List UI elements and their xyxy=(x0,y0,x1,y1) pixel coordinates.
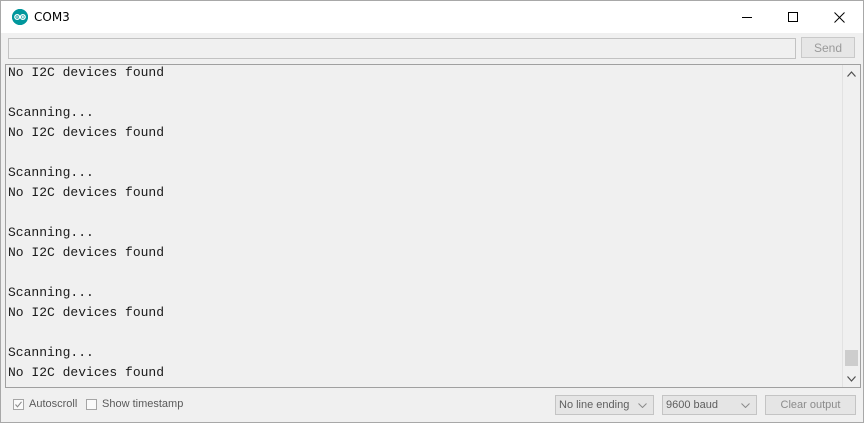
chevron-down-icon xyxy=(847,375,856,382)
clear-output-button[interactable]: Clear output xyxy=(765,395,856,415)
output-line: Scanning... xyxy=(8,105,94,120)
output-line: No I2C devices found xyxy=(8,305,165,320)
output-line: No I2C devices found xyxy=(8,125,165,140)
show-timestamp-checkbox[interactable] xyxy=(86,399,97,410)
output-line: Scanning... xyxy=(8,345,94,360)
serial-monitor-window: COM3 Send No I2C devices found Scanning..… xyxy=(0,0,864,423)
serial-output[interactable]: No I2C devices found Scanning... No I2C de… xyxy=(5,64,861,388)
show-timestamp-label: Show timestamp xyxy=(102,398,184,410)
autoscroll-checkbox[interactable] xyxy=(13,399,24,410)
minimize-button[interactable] xyxy=(724,1,770,33)
baud-rate-value: 9600 baud xyxy=(666,399,718,411)
output-text: No I2C devices found Scanning... No I2C de… xyxy=(8,65,838,383)
window-title: COM3 xyxy=(34,10,70,24)
chevron-down-icon xyxy=(638,403,647,408)
line-ending-select[interactable]: No line ending xyxy=(555,395,654,415)
scroll-up-button[interactable] xyxy=(843,65,860,82)
close-button[interactable] xyxy=(816,1,862,33)
output-line: Scanning... xyxy=(8,285,94,300)
output-line: Scanning... xyxy=(8,225,94,240)
baud-rate-select[interactable]: 9600 baud xyxy=(662,395,757,415)
bottom-bar: Autoscroll Show timestamp No line ending… xyxy=(1,389,863,422)
title-bar[interactable]: COM3 xyxy=(1,1,863,33)
scroll-thumb[interactable] xyxy=(845,350,858,366)
send-button[interactable]: Send xyxy=(801,37,855,58)
output-line: No I2C devices found xyxy=(8,185,165,200)
maximize-button[interactable] xyxy=(770,1,816,33)
autoscroll-label: Autoscroll xyxy=(29,398,78,410)
output-line: No I2C devices found xyxy=(8,365,165,380)
line-ending-value: No line ending xyxy=(559,399,630,411)
output-line: Scanning... xyxy=(8,165,94,180)
minimize-icon xyxy=(742,17,752,18)
scroll-down-button[interactable] xyxy=(843,370,860,387)
close-icon xyxy=(833,11,845,23)
arduino-icon xyxy=(12,9,28,25)
checkmark-icon xyxy=(15,401,22,408)
vertical-scrollbar[interactable] xyxy=(842,65,860,387)
output-line: No I2C devices found xyxy=(8,245,165,260)
output-line: No I2C devices found xyxy=(8,65,165,80)
send-input[interactable] xyxy=(8,38,796,59)
chevron-up-icon xyxy=(847,70,856,77)
maximize-icon xyxy=(788,12,798,22)
chevron-down-icon xyxy=(741,403,750,408)
